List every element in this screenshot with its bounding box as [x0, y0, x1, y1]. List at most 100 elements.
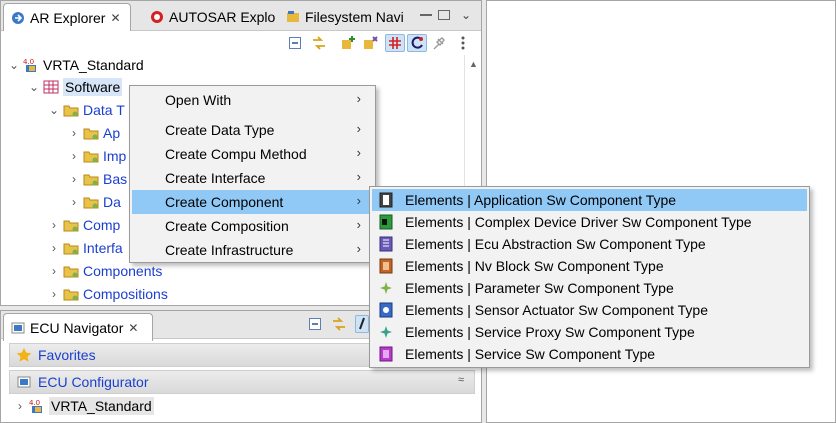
- maximize-icon[interactable]: [437, 9, 451, 21]
- collapse-all-button[interactable]: [305, 315, 325, 333]
- section-ecu-configurator[interactable]: ECU Configurator ≈: [9, 370, 475, 394]
- expand-arrow-icon[interactable]: ⌄: [27, 80, 41, 94]
- view-options-button[interactable]: [457, 34, 469, 52]
- submenu-item-label: Elements | Complex Device Driver Sw Comp…: [405, 214, 752, 230]
- tree-node-compu-methods[interactable]: › Comp: [47, 214, 120, 236]
- expand-arrow-icon[interactable]: ⌄: [7, 58, 21, 72]
- pin-button[interactable]: [429, 34, 449, 52]
- tree-node-label: Imp: [103, 148, 127, 164]
- ar-explorer-tabbar: AR Explorer ✕ AUTOSAR Explo Filesystem N…: [1, 1, 481, 31]
- expand-arrow-icon[interactable]: ›: [67, 149, 81, 163]
- menu-item-create-interface[interactable]: Create Interface ›: [132, 166, 373, 190]
- folder-icon: [63, 105, 79, 117]
- explorer-toolbar: [1, 31, 481, 55]
- link-icon: [333, 317, 345, 331]
- submenu-item-application-swc[interactable]: Elements | Application Sw Component Type: [372, 189, 807, 211]
- expand-arrow-icon[interactable]: ›: [67, 126, 81, 140]
- tree-node-project[interactable]: › 4.0 VRTA_Standard: [13, 395, 154, 417]
- expand-arrow-icon[interactable]: ›: [47, 287, 61, 301]
- tab-ecu-navigator[interactable]: ECU Navigator ✕: [3, 313, 153, 341]
- tree-node-label: Components: [83, 263, 163, 279]
- close-icon[interactable]: ✕: [110, 11, 120, 25]
- sync-button[interactable]: [407, 34, 427, 52]
- expand-arrow-icon[interactable]: ›: [67, 195, 81, 209]
- create-component-submenu: Elements | Application Sw Component Type…: [369, 186, 810, 368]
- tree-node-compositions[interactable]: › Compositions: [47, 283, 168, 305]
- menu-item-create-data-type[interactable]: Create Data Type ›: [132, 118, 373, 142]
- star-icon: [16, 348, 32, 362]
- submenu-item-service-swc[interactable]: Elements | Service Sw Component Type: [372, 343, 807, 365]
- tree-node-application-types[interactable]: › Ap: [67, 122, 120, 144]
- link-with-editor-button[interactable]: [309, 34, 329, 52]
- scroll-up-icon[interactable]: ▲: [469, 59, 478, 69]
- tree-node-software[interactable]: ⌄ Software: [27, 76, 123, 98]
- grid-toggle-button[interactable]: [385, 34, 405, 52]
- folder-icon: [63, 289, 79, 301]
- ecu-abstraction-swc-icon: [379, 236, 393, 252]
- menu-item-create-infrastructure[interactable]: Create Infrastructure ›: [132, 238, 373, 262]
- tree-node-data-types[interactable]: ⌄ Data T: [47, 99, 125, 121]
- submenu-item-sensor-actuator-swc[interactable]: Elements | Sensor Actuator Sw Component …: [372, 299, 807, 321]
- submenu-item-label: Elements | Nv Block Sw Component Type: [405, 258, 664, 274]
- expand-arrow-icon[interactable]: ›: [13, 399, 27, 413]
- tree-node-implementation-types[interactable]: › Imp: [67, 145, 126, 167]
- expand-arrow-icon[interactable]: ⌄: [47, 103, 61, 117]
- expand-arrow-icon[interactable]: ›: [47, 264, 61, 278]
- menu-item-create-component[interactable]: Create Component ›: [132, 190, 373, 214]
- svg-text:4.0: 4.0: [29, 399, 40, 407]
- tree-node-label: Compositions: [83, 286, 168, 302]
- submenu-item-service-proxy-swc[interactable]: Elements | Service Proxy Sw Component Ty…: [372, 321, 807, 343]
- tree-node-base-types[interactable]: › Bas: [67, 168, 127, 190]
- submenu-item-ecu-abstraction-swc[interactable]: Elements | Ecu Abstraction Sw Component …: [372, 233, 807, 255]
- tree-node-data-constraints[interactable]: › Da: [67, 191, 121, 213]
- tab-autosar-explorer[interactable]: AUTOSAR Explo: [143, 3, 279, 31]
- tree-node-label: Comp: [83, 217, 121, 233]
- tree-node-project[interactable]: ⌄ 4.0 VRTA_Standard: [7, 55, 144, 76]
- menu-item-open-with[interactable]: Open With ›: [132, 88, 373, 112]
- nvblock-swc-icon: [379, 258, 393, 274]
- section-label: ECU Configurator: [38, 374, 149, 390]
- submenu-item-label: Elements | Ecu Abstraction Sw Component …: [405, 236, 706, 252]
- collapse-all-icon: [289, 37, 301, 49]
- submenu-arrow-icon: ›: [356, 193, 361, 208]
- submenu-item-label: Elements | Application Sw Component Type: [405, 192, 677, 208]
- collapse-all-icon: [309, 318, 321, 330]
- collapse-all-button[interactable]: [285, 34, 305, 52]
- close-icon[interactable]: ✕: [128, 321, 138, 335]
- menu-item-label: Open With: [165, 92, 232, 108]
- minimize-icon[interactable]: [419, 9, 433, 21]
- tab-filesystem-navigator[interactable]: Filesystem Navi: [279, 3, 409, 31]
- tree-node-label: VRTA_Standard: [43, 57, 144, 73]
- submenu-item-nv-block-swc[interactable]: Elements | Nv Block Sw Component Type: [372, 255, 807, 277]
- sync-icon: [411, 36, 423, 49]
- expand-arrow-icon[interactable]: ›: [67, 172, 81, 186]
- submenu-item-label: Elements | Parameter Sw Component Type: [405, 280, 674, 296]
- new-element-icon: [364, 36, 378, 49]
- tree-node-label: Software: [63, 78, 123, 96]
- expand-arrow-icon[interactable]: ›: [47, 218, 61, 232]
- service-swc-icon: [379, 346, 393, 362]
- link-with-editor-button[interactable]: [329, 315, 349, 333]
- folder-icon: [83, 151, 99, 163]
- expand-arrow-icon[interactable]: ›: [47, 241, 61, 255]
- collapse-chevron-icon[interactable]: ≈: [458, 374, 464, 386]
- submenu-item-label: Elements | Sensor Actuator Sw Component …: [405, 302, 708, 318]
- menu-item-create-compu-method[interactable]: Create Compu Method ›: [132, 142, 373, 166]
- tree-node-components[interactable]: › Components: [47, 260, 162, 282]
- submenu-item-parameter-swc[interactable]: Elements | Parameter Sw Component Type: [372, 277, 807, 299]
- folder-icon: [83, 197, 99, 209]
- more-vertical-icon: [461, 36, 465, 50]
- view-menu-icon[interactable]: ⌄: [461, 8, 471, 22]
- package-icon: [43, 80, 59, 94]
- menu-item-create-composition[interactable]: Create Composition ›: [132, 214, 373, 238]
- submenu-item-complex-device-driver-swc[interactable]: Elements | Complex Device Driver Sw Comp…: [372, 211, 807, 233]
- tab-ar-explorer[interactable]: AR Explorer ✕: [3, 3, 131, 31]
- pin-toggle-button[interactable]: [355, 315, 369, 333]
- submenu-item-label: Elements | Service Sw Component Type: [405, 346, 656, 362]
- filter-button[interactable]: [339, 34, 359, 52]
- link-icon: [313, 36, 325, 50]
- submenu-arrow-icon: ›: [356, 121, 361, 136]
- tree-node-interfaces[interactable]: › Interfa: [47, 237, 123, 259]
- tree-node-label: Da: [103, 194, 121, 210]
- new-element-button[interactable]: [361, 34, 381, 52]
